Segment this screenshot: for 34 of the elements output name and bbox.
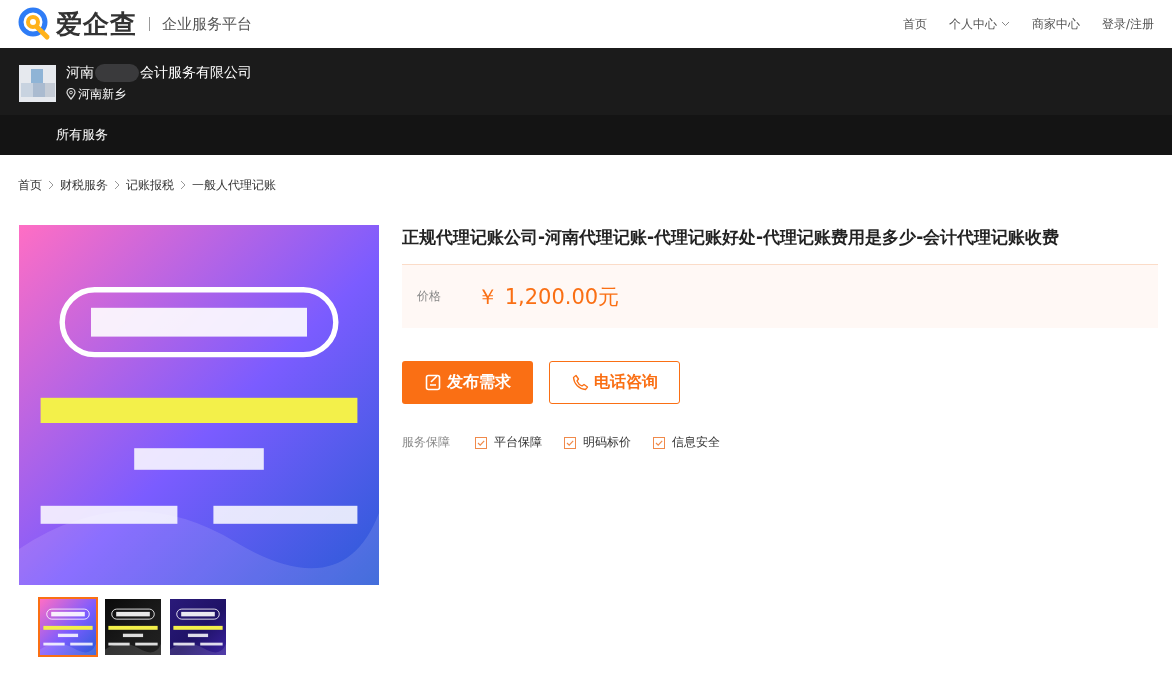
guarantee-text: 平台保障 <box>494 434 542 451</box>
guarantee-text: 信息安全 <box>672 434 720 451</box>
nav-link[interactable]: 首页 <box>902 15 927 33</box>
shop-avatar <box>19 64 56 102</box>
chevron-down-icon <box>1000 21 1010 27</box>
location-pin-icon <box>66 88 76 100</box>
blurred-text <box>95 63 139 82</box>
phone-icon <box>571 374 589 391</box>
logo-text[interactable]: 爱企查 <box>56 6 137 42</box>
nav-link[interactable]: 登录/注册 <box>1101 15 1154 33</box>
chevron-right-icon <box>114 180 120 190</box>
breadcrumb-link[interactable]: 一般人代理记账 <box>192 176 276 194</box>
edit-note-icon <box>424 374 442 391</box>
product-title: 正规代理记账公司-河南代理记账-代理记账好处-代理记账费用是多少-会计代理记账收费 <box>402 226 1061 248</box>
guarantee-text: 明码标价 <box>583 434 631 451</box>
shop-location: 河南新乡 <box>78 85 126 103</box>
nav-link[interactable]: 商家中心 <box>1031 15 1080 33</box>
thumbnail[interactable] <box>38 597 98 657</box>
shop-name: 河南 <box>66 63 94 82</box>
breadcrumb-link[interactable]: 首页 <box>18 176 42 194</box>
chevron-right-icon <box>48 180 54 190</box>
shop-name: 会计服务有限公司 <box>140 63 252 82</box>
breadcrumb-link[interactable]: 财税服务 <box>60 176 108 194</box>
thumbnail[interactable] <box>168 597 228 657</box>
guarantee-label: 服务保障 <box>402 434 450 451</box>
thumbnail[interactable] <box>103 597 163 657</box>
price-label: 价格 <box>417 288 441 305</box>
breadcrumb-link[interactable]: 记账报税 <box>126 176 174 194</box>
tab[interactable]: 所有服务 <box>56 122 108 148</box>
magnifier-logo-icon <box>18 7 52 41</box>
price-value: ￥ 1,200.00元 <box>477 283 620 311</box>
nav-link[interactable]: 个人中心 <box>948 15 1010 33</box>
chevron-right-icon <box>180 180 186 190</box>
platform-subtitle: 企业服务平台 <box>162 14 252 34</box>
